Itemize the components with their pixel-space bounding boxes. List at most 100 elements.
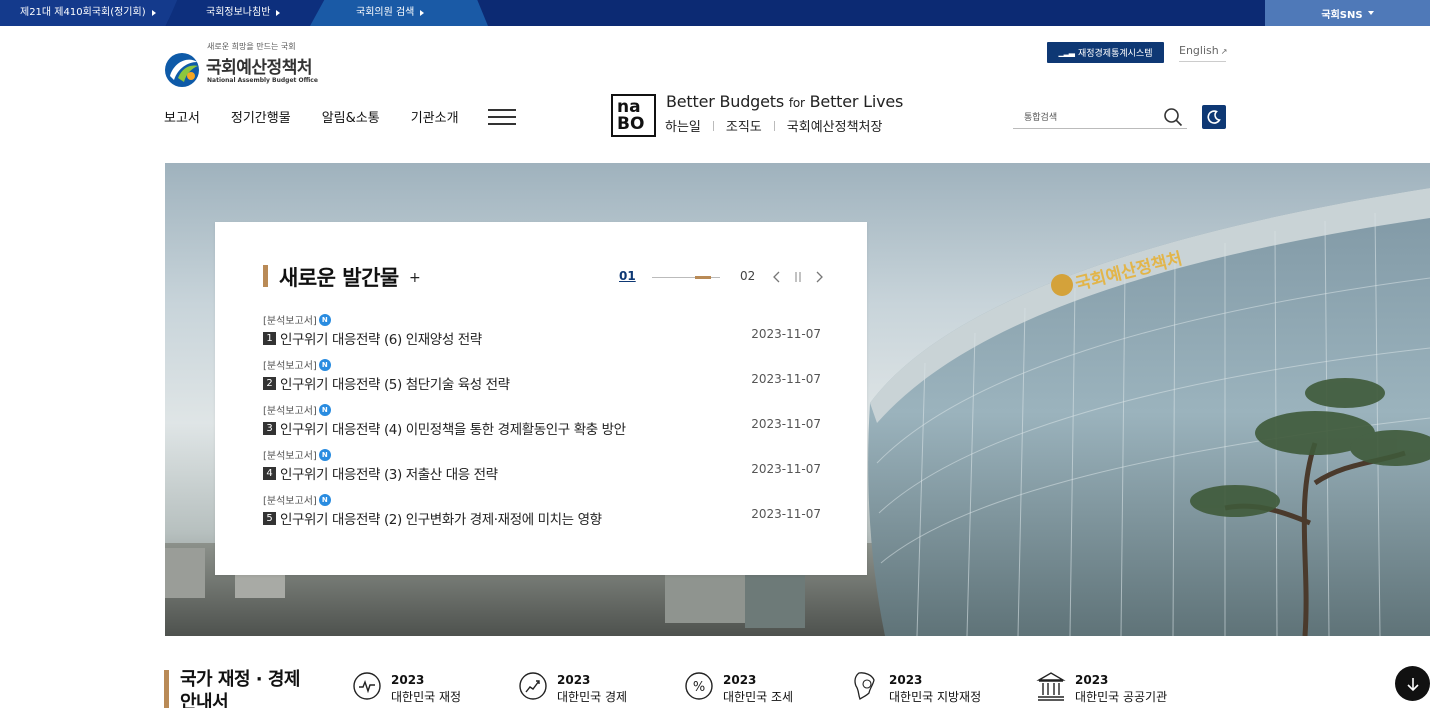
item-number: 4 bbox=[263, 466, 276, 480]
link-organization[interactable]: 조직도 bbox=[726, 116, 762, 135]
finance-icon bbox=[353, 672, 381, 700]
search-icon[interactable] bbox=[1163, 107, 1183, 127]
guide-label: 대한민국 지방재정 bbox=[889, 690, 982, 704]
logo-name: 국회예산정책처 bbox=[206, 58, 312, 78]
sns-dropdown[interactable]: 국회SNS bbox=[1265, 0, 1430, 26]
scroll-down-button[interactable] bbox=[1395, 666, 1430, 701]
guide-economy[interactable]: 2023 대한민국 경제 bbox=[518, 670, 627, 708]
logo-mark-icon bbox=[165, 53, 199, 87]
nabo-links: 하는일 조직도 국회예산정책처장 bbox=[665, 116, 882, 135]
top-strip: 제21대 제410회국회(정기회) 국회정보나침반 국회의원 검색 국회SNS bbox=[0, 0, 1430, 26]
item-date: 2023-11-07 bbox=[751, 372, 821, 386]
new-badge: N bbox=[318, 493, 331, 506]
new-badge: N bbox=[318, 313, 331, 326]
item-number: 1 bbox=[263, 331, 276, 345]
nav-about[interactable]: 기관소개 bbox=[411, 107, 459, 127]
nav-periodicals[interactable]: 정기간행물 bbox=[231, 107, 291, 127]
list-item[interactable]: [분석보고서] N 2 인구위기 대응전략 (5) 첨단기술 육성 전략 2023-… bbox=[263, 357, 823, 402]
new-badge: N bbox=[318, 403, 331, 416]
item-title[interactable]: 인구위기 대응전략 (2) 인구변화가 경제·재정에 미치는 영향 bbox=[280, 508, 602, 528]
item-title[interactable]: 인구위기 대응전략 (4) 이민정책을 통한 경제활동인구 확충 방안 bbox=[280, 418, 626, 438]
list-item[interactable]: [분석보고서] N 4 인구위기 대응전략 (3) 저출산 대응 전략 2023-1… bbox=[263, 447, 823, 492]
item-title[interactable]: 인구위기 대응전략 (3) 저출산 대응 전략 bbox=[280, 463, 498, 483]
guide-local-finance[interactable]: 2023 대한민국 지방재정 bbox=[850, 670, 981, 708]
dark-mode-button[interactable] bbox=[1202, 105, 1226, 129]
list-item[interactable]: [분석보고서] N 3 인구위기 대응전략 (4) 이민정책을 통한 경제활동인구 … bbox=[263, 402, 823, 447]
more-plus-button[interactable]: + bbox=[409, 270, 421, 286]
chevron-right-icon[interactable] bbox=[813, 270, 825, 284]
english-link[interactable]: English ↗ bbox=[1179, 44, 1228, 62]
list-item[interactable]: [분석보고서] N 5 인구위기 대응전략 (2) 인구변화가 경제·재정에 미치는… bbox=[263, 492, 823, 537]
category-text: [분석보고서] bbox=[263, 496, 317, 507]
bar-chart-icon: ▁▂▃ bbox=[1058, 48, 1076, 57]
logo-english: National Assembly Budget Office bbox=[207, 77, 318, 84]
korea-map-icon bbox=[854, 672, 875, 700]
arrow-down-icon bbox=[1406, 677, 1419, 691]
menu-icon[interactable] bbox=[488, 109, 516, 127]
item-row: 5 인구위기 대응전략 (2) 인구변화가 경제·재정에 미치는 영향 bbox=[263, 508, 602, 528]
session-link-label: 제21대 제410회국회(정기회) bbox=[20, 7, 146, 18]
search-input[interactable] bbox=[1013, 107, 1153, 129]
new-badge: N bbox=[318, 448, 331, 461]
item-number: 5 bbox=[263, 511, 276, 525]
guide-year: 2023 bbox=[1075, 673, 1109, 687]
external-link-icon: ↗ bbox=[1220, 47, 1228, 56]
category-text: [분석보고서] bbox=[263, 361, 317, 372]
institution-icon bbox=[1036, 672, 1066, 701]
item-title[interactable]: 인구위기 대응전략 (6) 인재양성 전략 bbox=[280, 328, 482, 348]
title-accent bbox=[263, 265, 268, 287]
pager-progress bbox=[652, 276, 720, 279]
nav-news[interactable]: 알림&소통 bbox=[322, 107, 380, 127]
pause-icon[interactable] bbox=[794, 272, 802, 282]
category-label: [분석보고서] N bbox=[263, 492, 331, 507]
guide-accent bbox=[164, 670, 169, 708]
item-row: 1 인구위기 대응전략 (6) 인재양성 전략 bbox=[263, 328, 482, 348]
item-title[interactable]: 인구위기 대응전략 (5) 첨단기술 육성 전략 bbox=[280, 373, 510, 393]
item-row: 3 인구위기 대응전략 (4) 이민정책을 통한 경제활동인구 확충 방안 bbox=[263, 418, 626, 438]
guide-tax[interactable]: % 2023 대한민국 조세 bbox=[684, 670, 793, 708]
list-item[interactable]: [분석보고서] N 1 인구위기 대응전략 (6) 인재양성 전략 2023-11-… bbox=[263, 312, 823, 357]
page-02[interactable]: 02 bbox=[740, 269, 755, 283]
publication-list: [분석보고서] N 1 인구위기 대응전략 (6) 인재양성 전략 2023-11-… bbox=[263, 312, 823, 537]
category-text: [분석보고서] bbox=[263, 316, 317, 327]
nabo-logo[interactable]: 새로운 희망을 만드는 국회 국회예산정책처 National Assembly… bbox=[164, 40, 334, 90]
session-link[interactable]: 제21대 제410회국회(정기회) bbox=[0, 0, 178, 26]
category-label: [분석보고서] N bbox=[263, 402, 331, 417]
category-text: [분석보고서] bbox=[263, 406, 317, 417]
stats-system-button[interactable]: ▁▂▃ 재정경제통계시스템 bbox=[1047, 42, 1164, 63]
category-label: [분석보고서] N bbox=[263, 447, 331, 462]
item-date: 2023-11-07 bbox=[751, 507, 821, 521]
link-director[interactable]: 국회예산정책처장 bbox=[787, 116, 883, 135]
item-row: 4 인구위기 대응전략 (3) 저출산 대응 전략 bbox=[263, 463, 498, 483]
economy-chart-icon bbox=[519, 672, 547, 700]
assembly-compass-label: 국회정보나침반 bbox=[206, 7, 271, 18]
guide-title: 국가 재정 · 경제 안내서 bbox=[180, 668, 301, 708]
guide-year: 2023 bbox=[889, 673, 923, 687]
moon-icon bbox=[1207, 110, 1221, 124]
guide-label: 대한민국 재정 bbox=[391, 690, 462, 704]
item-date: 2023-11-07 bbox=[751, 417, 821, 431]
nav-reports[interactable]: 보고서 bbox=[164, 107, 200, 127]
new-badge: N bbox=[318, 358, 331, 371]
assembly-compass-link[interactable]: 국회정보나침반 bbox=[166, 0, 326, 26]
page-01[interactable]: 01 bbox=[619, 269, 636, 283]
item-number: 2 bbox=[263, 376, 276, 390]
item-row: 2 인구위기 대응전략 (5) 첨단기술 육성 전략 bbox=[263, 373, 510, 393]
guide-label: 대한민국 경제 bbox=[557, 690, 628, 704]
guide-public-institutions[interactable]: 2023 대한민국 공공기관 bbox=[1036, 670, 1167, 708]
guide-finance[interactable]: 2023 대한민국 재정 bbox=[352, 670, 461, 708]
slogan-part-b: Better Lives bbox=[804, 92, 904, 111]
link-role[interactable]: 하는일 bbox=[665, 116, 701, 135]
caret-down-icon bbox=[1367, 11, 1374, 15]
slogan-for: for bbox=[788, 96, 805, 110]
guide-title-line1: 국가 재정 · 경제 bbox=[180, 669, 301, 690]
guide-label: 대한민국 조세 bbox=[723, 690, 794, 704]
arrow-right-icon bbox=[420, 10, 425, 16]
guide-year: 2023 bbox=[557, 673, 591, 687]
guide-title-line2: 안내서 bbox=[180, 692, 229, 708]
logo-slogan: 새로운 희망을 만드는 국회 bbox=[207, 42, 296, 51]
item-date: 2023-11-07 bbox=[751, 462, 821, 476]
stats-system-label: 재정경제통계시스템 bbox=[1077, 49, 1153, 59]
chevron-left-icon[interactable] bbox=[771, 270, 783, 284]
member-search-link[interactable]: 국회의원 검색 bbox=[310, 0, 488, 26]
